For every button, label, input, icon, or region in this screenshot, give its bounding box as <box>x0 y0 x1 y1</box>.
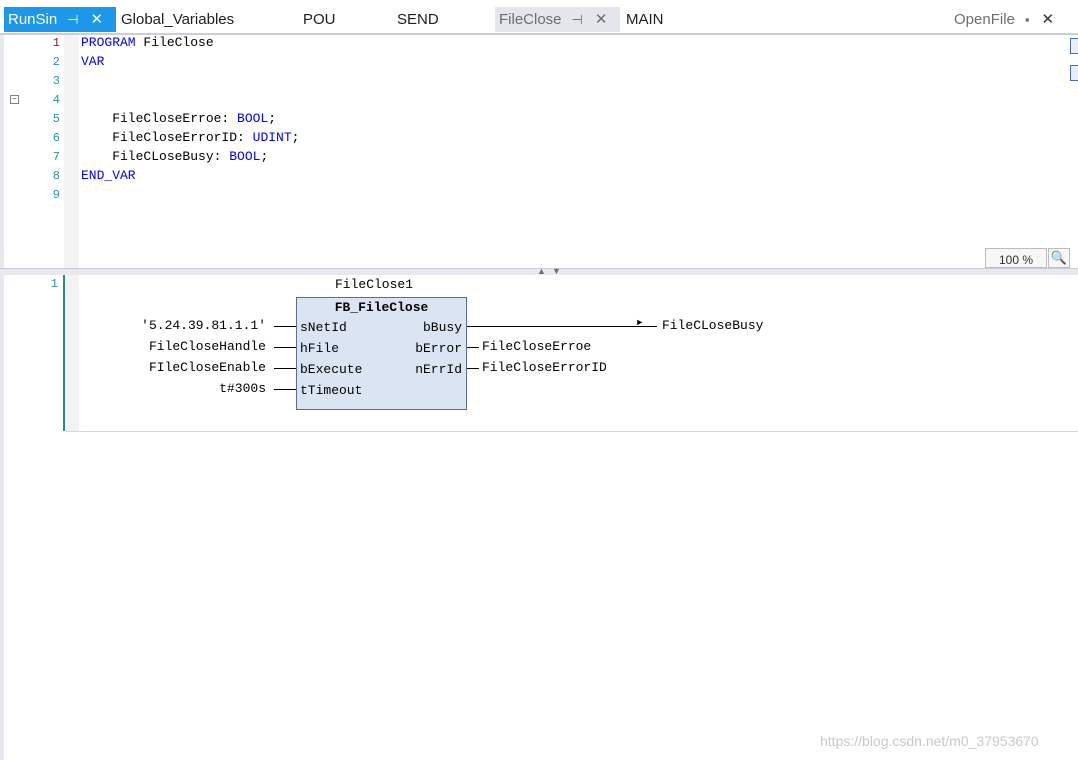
fb-instance-name[interactable]: FileClose1 <box>335 277 413 292</box>
arrow-icon: ► <box>637 318 643 328</box>
tab-fileclose[interactable]: FileClose ⊣ ✕ <box>495 7 620 32</box>
input-value[interactable]: t#300s <box>219 381 266 396</box>
keyword: VAR <box>81 54 105 69</box>
line-number: 1 <box>52 36 60 50</box>
document-tab-bar: RunSin ⊣ ✕ Global_Variables POU SEND Fil… <box>0 0 1078 35</box>
tab-label: SEND <box>397 11 439 28</box>
pin-icon[interactable]: ⊣ <box>572 13 583 26</box>
close-icon[interactable]: ✕ <box>91 12 104 27</box>
tab-label: RunSin <box>8 11 58 28</box>
input-wire <box>274 347 296 348</box>
network-number: 1 <box>50 277 58 291</box>
tab-send[interactable]: SEND <box>393 7 439 32</box>
code-line[interactable]: FileCloseErroe: BOOL; <box>81 111 276 126</box>
line-number-gutter: 1 2 3 4 5 6 7 8 9 <box>4 35 60 268</box>
line-number: 3 <box>52 74 60 88</box>
tab-pou[interactable]: POU <box>299 7 336 32</box>
code-text: ; <box>268 111 277 126</box>
input-wire <box>274 326 296 327</box>
watermark: https://blog.csdn.net/m0_37953670 <box>820 733 1039 749</box>
tab-global-variables[interactable]: Global_Variables <box>117 7 234 32</box>
output-value[interactable]: FileCloseErrorID <box>482 360 607 375</box>
network-margin <box>65 275 79 431</box>
input-wire <box>274 389 296 390</box>
keyword: PROGRAM <box>81 35 136 50</box>
pin-icon[interactable]: ⊣ <box>67 13 78 26</box>
line-number: 2 <box>52 55 60 69</box>
code-line[interactable]: VAR <box>81 54 104 69</box>
code-text: ; <box>260 149 269 164</box>
line-number: 6 <box>52 131 60 145</box>
code-line[interactable]: END_VAR <box>81 168 136 183</box>
line-number: 4 <box>52 93 60 107</box>
tab-main[interactable]: MAIN <box>622 7 664 32</box>
variable-name: FileCLoseBusy: <box>81 149 230 164</box>
pin-icon[interactable]: ▪ <box>1025 13 1030 26</box>
type-keyword: BOOL <box>229 149 261 164</box>
variable-name: FileCloseErroe: <box>81 111 238 126</box>
table-view-icon[interactable] <box>1070 65 1078 81</box>
keyword: END_VAR <box>81 168 136 183</box>
output-value[interactable]: FileCLoseBusy <box>662 318 763 333</box>
tab-label: POU <box>303 11 336 28</box>
zoom-icon[interactable]: 🔍 <box>1048 248 1070 268</box>
output-pin: bError <box>415 341 462 356</box>
code-line[interactable]: FileCLoseBusy: BOOL; <box>81 149 268 164</box>
fbd-editor[interactable]: 1 FileClose1 FB_FileClose sNetId hFile b… <box>0 275 1078 760</box>
output-wire <box>467 347 479 348</box>
list-view-icon[interactable] <box>1070 38 1078 54</box>
input-pin: tTimeout <box>300 383 363 398</box>
function-block[interactable]: FB_FileClose sNetId hFile bExecute tTime… <box>296 297 467 410</box>
code-margin <box>64 35 79 268</box>
input-pin: bExecute <box>300 362 363 377</box>
tab-label: MAIN <box>626 11 664 28</box>
tab-runsin[interactable]: RunSin ⊣ ✕ <box>4 7 116 32</box>
fb-type-name: FB_FileClose <box>334 300 429 315</box>
line-number: 7 <box>52 150 60 164</box>
code-line[interactable]: PROGRAM FileClose <box>81 35 214 50</box>
declaration-editor[interactable]: 1 2 3 4 5 6 7 8 9 − PROGRAM FileClose VA… <box>0 35 1078 268</box>
type-keyword: UDINT <box>252 130 292 145</box>
network-separator <box>65 431 1078 432</box>
network-gutter: 1 <box>4 275 64 431</box>
output-pin: bBusy <box>422 320 462 335</box>
line-number: 5 <box>52 112 60 126</box>
variable-name: FileCloseErrorID: <box>81 130 253 145</box>
output-value[interactable]: FileCloseErroe <box>482 339 591 354</box>
input-wire <box>274 368 296 369</box>
line-number: 9 <box>52 188 60 202</box>
code-text: FileClose <box>135 35 214 50</box>
type-keyword: BOOL <box>237 111 269 126</box>
zoom-level[interactable]: 100 % <box>985 248 1047 268</box>
input-value[interactable]: FileCloseHandle <box>149 339 266 354</box>
close-icon[interactable]: ✕ <box>1041 12 1054 27</box>
close-icon[interactable]: ✕ <box>595 12 608 27</box>
collapse-icon[interactable]: − <box>10 95 19 104</box>
tab-openfile[interactable]: OpenFile ▪ ✕ <box>950 7 1060 32</box>
line-number: 8 <box>52 169 60 183</box>
tab-label: FileClose <box>499 11 562 28</box>
tab-label: OpenFile <box>954 11 1015 28</box>
code-line[interactable]: FileCloseErrorID: UDINT; <box>81 130 299 145</box>
input-pin: sNetId <box>300 320 347 335</box>
tab-label: Global_Variables <box>121 11 235 28</box>
output-wire <box>467 368 479 369</box>
input-value[interactable]: FIleCloseEnable <box>149 360 266 375</box>
output-pin: nErrId <box>415 362 462 377</box>
code-text: ; <box>291 130 300 145</box>
input-value[interactable]: '5.24.39.81.1.1' <box>141 318 266 333</box>
input-pin: hFile <box>300 341 340 356</box>
output-wire <box>467 326 657 327</box>
